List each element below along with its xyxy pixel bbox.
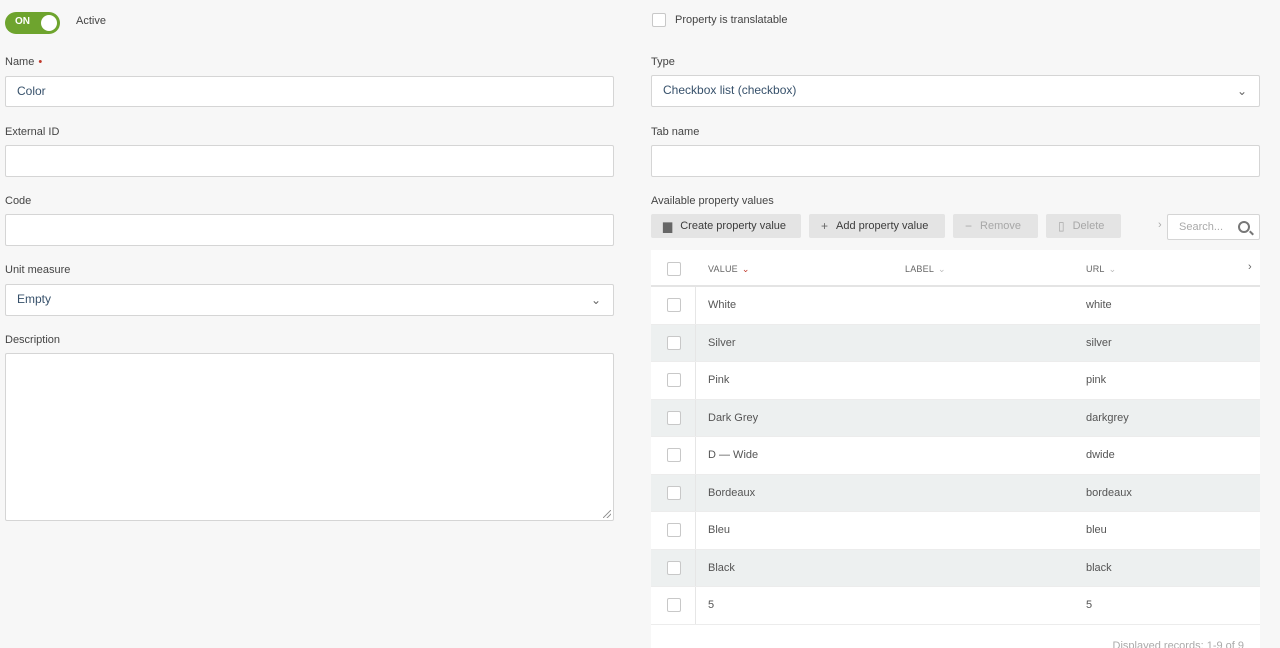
code-input[interactable] bbox=[5, 214, 614, 246]
search-placeholder: Search... bbox=[1179, 221, 1224, 233]
external-id-input[interactable] bbox=[5, 145, 614, 177]
cell-value: Dark Grey bbox=[708, 411, 759, 424]
cell-url: black bbox=[1086, 561, 1112, 574]
code-label: Code bbox=[5, 195, 32, 207]
table-header: VALUE ⌄ LABEL ⌄ URL ⌄ › bbox=[651, 250, 1260, 287]
row-checkbox[interactable] bbox=[667, 298, 681, 312]
add-button-label: Add property value bbox=[836, 220, 929, 232]
required-mark: • bbox=[38, 56, 43, 68]
column-value-label: VALUE bbox=[708, 264, 738, 274]
translatable-label: Property is translatable bbox=[675, 14, 788, 26]
table-row[interactable]: White white bbox=[651, 287, 1260, 325]
remove-button[interactable]: − Remove bbox=[953, 214, 1038, 238]
row-checkbox[interactable] bbox=[667, 335, 681, 350]
cell-value: Silver bbox=[708, 336, 736, 349]
type-select[interactable]: Checkbox list (checkbox) ⌄ bbox=[651, 75, 1260, 107]
tab-name-label: Tab name bbox=[651, 126, 700, 138]
name-label: Name • bbox=[5, 56, 42, 68]
remove-button-label: Remove bbox=[980, 220, 1021, 232]
column-header-label[interactable]: LABEL ⌄ bbox=[905, 264, 946, 275]
cell-value: Black bbox=[708, 561, 735, 574]
cell-value: Bleu bbox=[708, 524, 731, 536]
row-checkbox[interactable] bbox=[667, 448, 681, 462]
row-checkbox[interactable] bbox=[667, 410, 681, 425]
sort-desc-icon: ⌄ bbox=[741, 264, 750, 274]
cell-url: pink bbox=[1086, 374, 1107, 386]
active-toggle[interactable]: ON bbox=[5, 12, 60, 34]
description-label: Description bbox=[5, 334, 61, 346]
file-icon: ▆ bbox=[663, 219, 673, 233]
row-checkbox[interactable] bbox=[667, 523, 681, 537]
add-property-value-button[interactable]: + Add property value bbox=[809, 214, 945, 238]
trash-icon: ▯ bbox=[1058, 219, 1065, 233]
description-textarea[interactable] bbox=[5, 353, 614, 521]
table-row[interactable]: Black black bbox=[651, 549, 1260, 587]
toggle-knob bbox=[41, 15, 57, 31]
table-row[interactable]: Dark Grey darkgrey bbox=[651, 399, 1260, 437]
active-label: Active bbox=[76, 15, 106, 27]
table-row[interactable]: Bordeaux bordeaux bbox=[651, 474, 1260, 512]
create-button-label: Create property value bbox=[680, 220, 787, 232]
toggle-on-label: ON bbox=[15, 16, 30, 27]
cell-url: white bbox=[1086, 299, 1112, 311]
row-checkbox[interactable] bbox=[667, 560, 681, 575]
column-header-value[interactable]: VALUE ⌄ bbox=[708, 264, 750, 275]
row-checkbox[interactable] bbox=[667, 485, 681, 500]
name-label-text: Name bbox=[5, 56, 35, 68]
cell-url: silver bbox=[1086, 336, 1112, 349]
minus-icon: − bbox=[965, 219, 973, 233]
values-section-label: Available property values bbox=[651, 195, 774, 207]
name-input[interactable]: Color bbox=[5, 76, 614, 107]
table-row[interactable]: Bleu bleu bbox=[651, 512, 1260, 550]
external-id-label: External ID bbox=[5, 126, 60, 138]
tab-name-input[interactable] bbox=[651, 145, 1260, 177]
name-input-value: Color bbox=[17, 84, 46, 98]
type-label: Type bbox=[651, 56, 675, 68]
unit-measure-value: Empty bbox=[17, 292, 52, 306]
delete-button[interactable]: ▯ Delete bbox=[1046, 214, 1121, 238]
sort-icon: ⌄ bbox=[1108, 264, 1117, 274]
cell-value: D — Wide bbox=[708, 449, 759, 461]
chevron-right-icon[interactable]: › bbox=[1158, 219, 1162, 231]
chevron-down-icon: ⌄ bbox=[590, 293, 601, 307]
cell-value: 5 bbox=[708, 599, 715, 611]
search-icon bbox=[1238, 221, 1250, 233]
cell-url: bleu bbox=[1086, 524, 1107, 536]
column-label-label: LABEL bbox=[905, 264, 935, 274]
cell-url: bordeaux bbox=[1086, 486, 1132, 499]
property-values-table: VALUE ⌄ LABEL ⌄ URL ⌄ › White white Silver … bbox=[651, 250, 1260, 648]
translatable-checkbox[interactable] bbox=[652, 13, 666, 27]
column-url-label: URL bbox=[1086, 264, 1105, 274]
plus-icon: + bbox=[821, 219, 829, 233]
select-all-checkbox[interactable] bbox=[667, 262, 681, 276]
cell-value: Pink bbox=[708, 374, 730, 386]
cell-value: Bordeaux bbox=[708, 486, 756, 499]
create-property-value-button[interactable]: ▆ Create property value bbox=[651, 214, 801, 238]
table-row[interactable]: 5 5 bbox=[651, 587, 1260, 625]
column-header-url[interactable]: URL ⌄ bbox=[1086, 264, 1116, 275]
records-count: Displayed records: 1-9 of 9 bbox=[1112, 639, 1244, 648]
sort-icon: ⌄ bbox=[938, 264, 946, 274]
row-checkbox[interactable] bbox=[667, 598, 681, 612]
search-input[interactable]: Search... bbox=[1167, 214, 1260, 240]
table-row[interactable]: Pink pink bbox=[651, 362, 1260, 400]
table-footer: Displayed records: 1-9 of 9 bbox=[651, 625, 1260, 648]
delete-button-label: Delete bbox=[1072, 220, 1105, 232]
row-checkbox[interactable] bbox=[667, 373, 681, 387]
unit-measure-label: Unit measure bbox=[5, 264, 71, 276]
cell-value: White bbox=[708, 299, 737, 311]
chevron-down-icon: ⌄ bbox=[1236, 84, 1247, 98]
cell-url: 5 bbox=[1086, 599, 1093, 611]
resize-handle-icon[interactable] bbox=[603, 510, 611, 518]
type-value: Checkbox list (checkbox) bbox=[663, 83, 797, 97]
cell-url: darkgrey bbox=[1086, 411, 1129, 424]
unit-measure-select[interactable]: Empty ⌄ bbox=[5, 284, 614, 316]
chevron-right-icon[interactable]: › bbox=[1248, 261, 1252, 273]
table-row[interactable]: Silver silver bbox=[651, 324, 1260, 362]
table-row[interactable]: D — Wide dwide bbox=[651, 437, 1260, 475]
cell-url: dwide bbox=[1086, 449, 1115, 461]
